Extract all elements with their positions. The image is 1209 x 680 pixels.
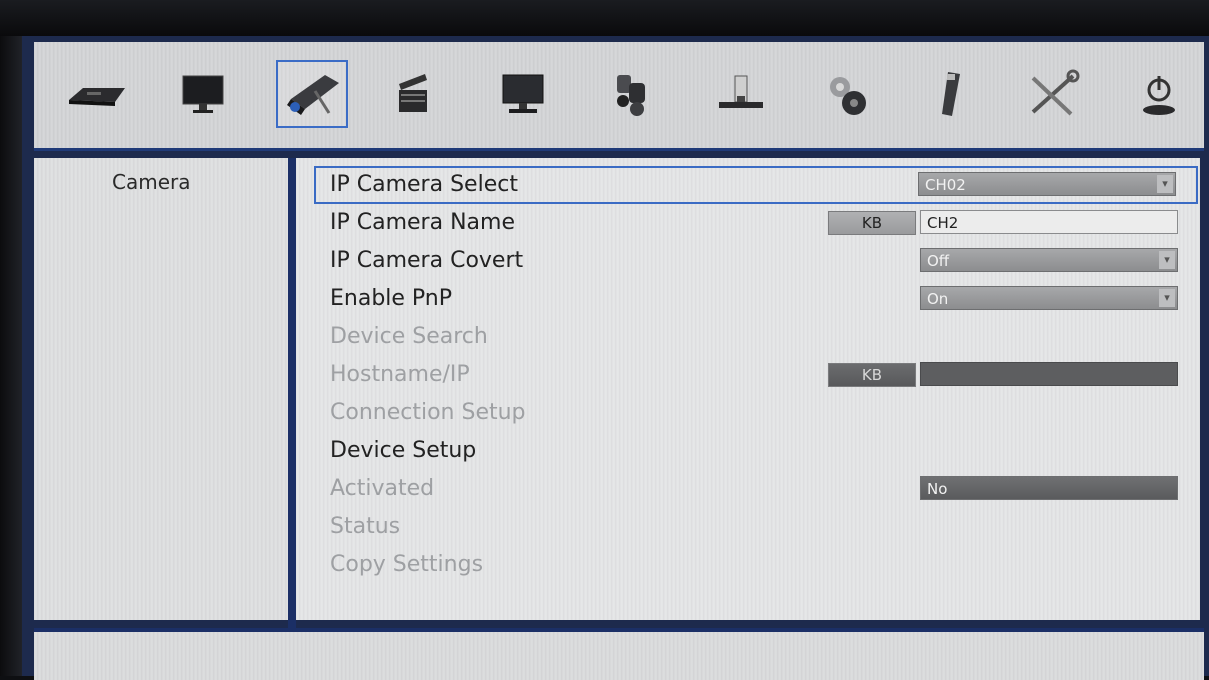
power-icon[interactable] xyxy=(1124,56,1194,132)
settings-panel: IP Camera Select CH02 ▾ IP Camera Name K… xyxy=(296,158,1200,620)
display-icon[interactable] xyxy=(488,56,558,132)
ip-camera-covert-dropdown[interactable]: Off ▾ xyxy=(920,248,1178,272)
ip-camera-select-value: CH02 xyxy=(925,176,966,194)
monitor-bezel xyxy=(0,0,1209,36)
ip-camera-name-label: IP Camera Name xyxy=(330,210,515,235)
activated-row: Activated No xyxy=(316,472,1196,506)
gears-icon[interactable] xyxy=(812,56,882,132)
activated-dropdown: No xyxy=(920,476,1178,500)
enable-pnp-value: On xyxy=(927,290,949,308)
hostname-ip-field xyxy=(920,362,1178,386)
activated-value: No xyxy=(927,480,948,498)
clapper-record-icon[interactable] xyxy=(378,56,448,132)
ip-camera-name-row: IP Camera Name KB CH2 xyxy=(316,206,1196,240)
enable-pnp-label: Enable PnP xyxy=(330,286,453,311)
chevron-down-icon: ▾ xyxy=(1157,175,1173,193)
ip-camera-name-field[interactable]: CH2 xyxy=(920,210,1178,234)
enable-pnp-row: Enable PnP On ▾ xyxy=(316,282,1196,316)
tools-icon[interactable] xyxy=(1018,56,1088,132)
ip-camera-covert-label: IP Camera Covert xyxy=(330,248,524,273)
ip-camera-select-row[interactable]: IP Camera Select CH02 ▾ xyxy=(314,166,1198,204)
ip-camera-covert-row: IP Camera Covert Off ▾ xyxy=(316,244,1196,278)
chevron-down-icon: ▾ xyxy=(1159,251,1175,269)
connection-setup-label: Connection Setup xyxy=(330,400,526,425)
hostname-ip-label: Hostname/IP xyxy=(330,362,470,387)
ptz-camera-icon[interactable] xyxy=(596,56,666,132)
ip-camera-covert-value: Off xyxy=(927,252,950,270)
enable-pnp-dropdown[interactable]: On ▾ xyxy=(920,286,1178,310)
copy-settings-row: Copy Settings xyxy=(316,548,1196,582)
activated-label: Activated xyxy=(330,476,435,501)
camera-icon[interactable] xyxy=(276,60,348,128)
panel-divider xyxy=(288,158,296,628)
chevron-down-icon: ▾ xyxy=(1159,289,1175,307)
monitor-icon[interactable] xyxy=(168,56,238,132)
dvr-screen: Camera IP Camera Select CH02 ▾ IP Camera… xyxy=(0,36,1209,680)
bottom-status-bar xyxy=(34,628,1204,680)
connection-setup-row: Connection Setup xyxy=(316,396,1196,430)
device-setup-row[interactable]: Device Setup xyxy=(316,434,1196,468)
main-menu-toolbar xyxy=(34,42,1204,151)
ip-camera-select-dropdown[interactable]: CH02 ▾ xyxy=(918,172,1176,196)
device-setup-label: Device Setup xyxy=(330,438,477,463)
hostname-ip-kb-button: KB xyxy=(828,363,916,387)
ip-camera-select-label: IP Camera Select xyxy=(330,172,518,197)
storage-icon[interactable] xyxy=(704,56,774,132)
device-search-row: Device Search xyxy=(316,320,1196,354)
ip-camera-name-kb-button[interactable]: KB xyxy=(828,211,916,235)
category-camera[interactable]: Camera xyxy=(112,170,191,194)
status-row: Status xyxy=(316,510,1196,544)
usb-icon[interactable] xyxy=(916,56,986,132)
copy-settings-label: Copy Settings xyxy=(330,552,484,577)
hostname-ip-row: Hostname/IP KB xyxy=(316,358,1196,392)
dvr-device-icon[interactable] xyxy=(62,56,132,132)
menu-category-panel: Camera xyxy=(34,158,288,620)
status-label: Status xyxy=(330,514,401,539)
device-search-label: Device Search xyxy=(330,324,488,349)
